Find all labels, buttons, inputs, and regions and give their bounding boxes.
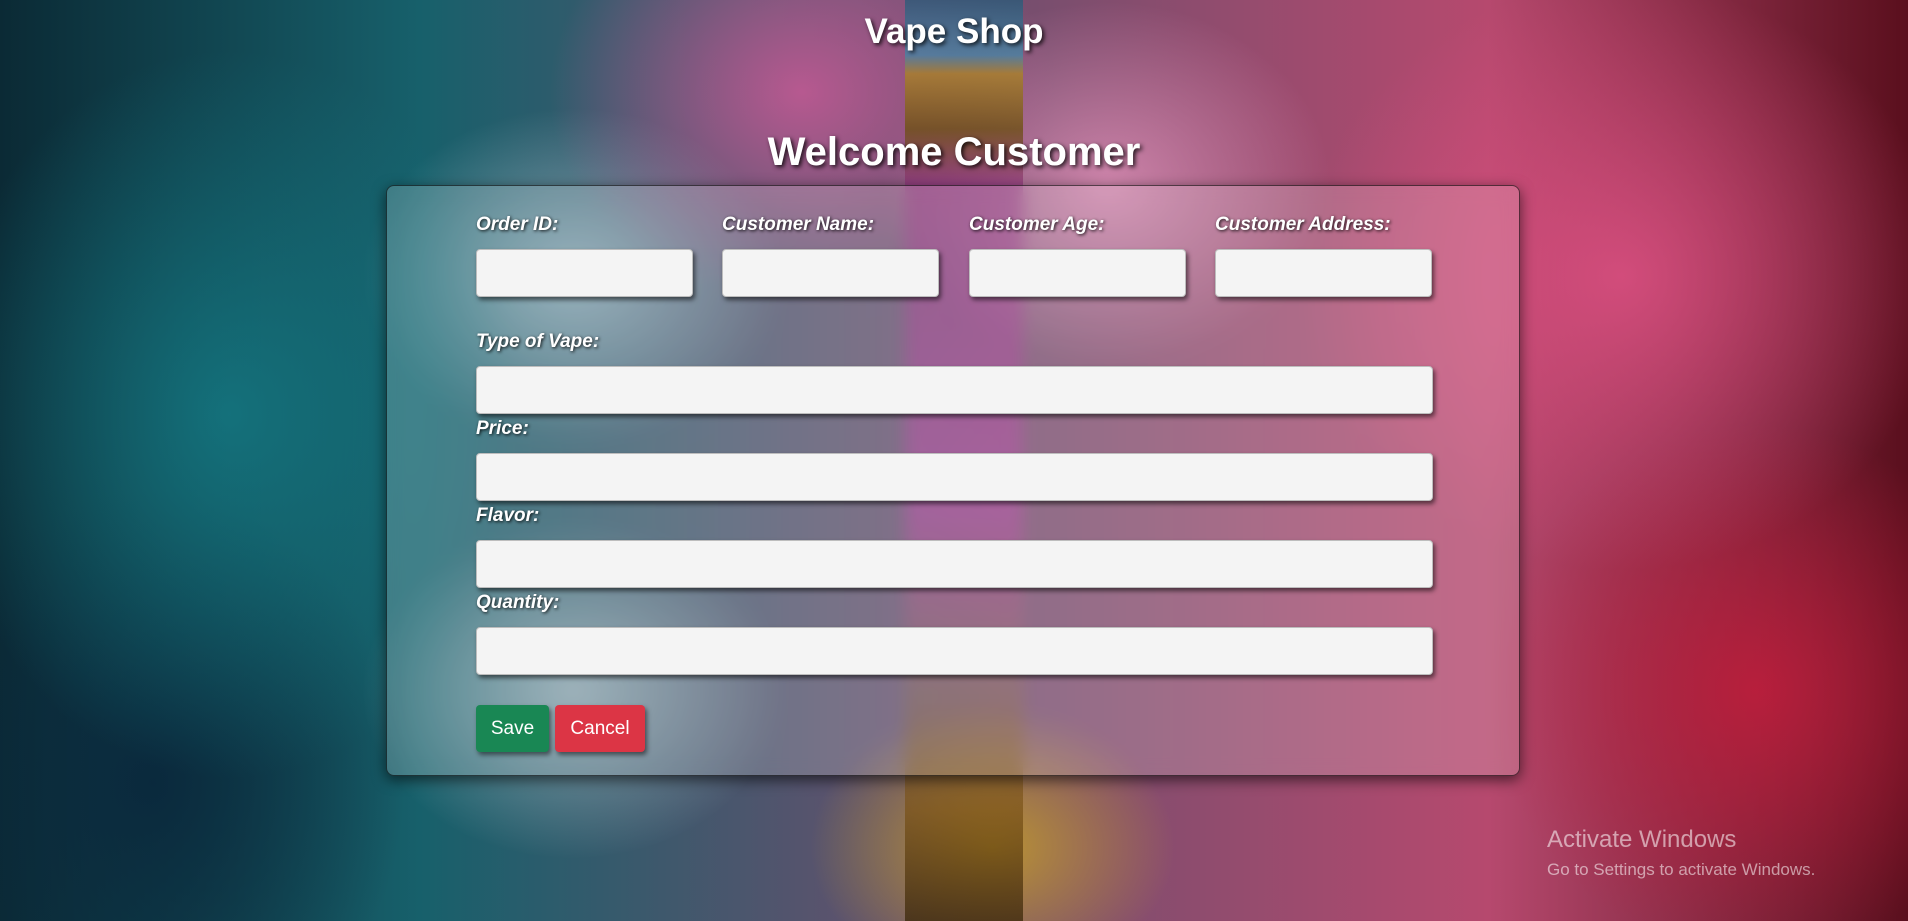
customer-age-input[interactable] [969,249,1186,297]
activate-windows-subtitle: Go to Settings to activate Windows. [1547,860,1816,879]
cancel-button[interactable]: Cancel [555,705,645,752]
save-button[interactable]: Save [476,705,549,752]
welcome-heading: Welcome Customer [767,130,1141,174]
order-id-input[interactable] [476,249,693,297]
customer-name-label: Customer Name: [722,214,875,235]
order-id-label: Order ID: [476,214,559,235]
customer-address-label: Customer Address: [1215,214,1391,235]
flavor-label: Flavor: [476,505,540,526]
quantity-label: Quantity: [476,592,560,613]
quantity-input[interactable] [476,627,1433,675]
page-title: Vape Shop [864,12,1044,51]
type-of-vape-label: Type of Vape: [476,331,600,352]
customer-name-input[interactable] [722,249,939,297]
customer-age-label: Customer Age: [969,214,1105,235]
type-of-vape-input[interactable] [476,366,1433,414]
price-input[interactable] [476,453,1433,501]
activate-windows-title: Activate Windows [1547,826,1737,853]
price-label: Price: [476,418,529,439]
flavor-input[interactable] [476,540,1433,588]
customer-address-input[interactable] [1215,249,1432,297]
